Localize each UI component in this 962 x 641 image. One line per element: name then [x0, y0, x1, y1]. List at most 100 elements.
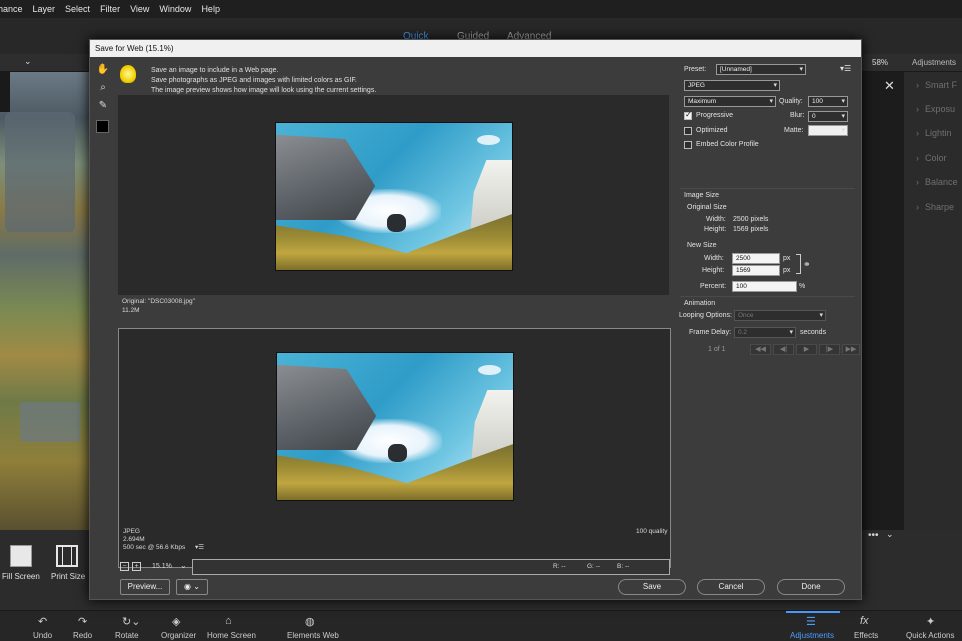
more-icon[interactable]: ••• — [868, 530, 879, 541]
redo-icon[interactable]: ↷ — [78, 615, 87, 628]
elements-web-label[interactable]: Elements Web — [287, 631, 339, 640]
new-height-input[interactable]: 1569 — [732, 265, 780, 276]
color-info-bar: R: -- G: -- B: -- — [192, 559, 670, 575]
fill-screen-label[interactable]: Fill Screen — [2, 572, 40, 581]
play-button[interactable]: ▶ — [796, 344, 817, 355]
preset-select[interactable]: [Unnamed] — [716, 64, 806, 75]
save-button[interactable]: Save — [618, 579, 686, 595]
matte-select[interactable] — [808, 125, 848, 136]
organizer-label[interactable]: Organizer — [161, 631, 196, 640]
print-size-label[interactable]: Print Size — [51, 572, 85, 581]
percent-label: Percent: — [700, 283, 727, 290]
link-icon[interactable]: ⚭ — [803, 259, 811, 270]
width-unit: px — [783, 255, 791, 262]
looping-label: Looping Options: — [679, 312, 732, 319]
adjust-item-exposure[interactable]: › Exposu — [916, 104, 955, 114]
new-width-input[interactable]: 2500 — [732, 253, 780, 264]
menu-enhance[interactable]: hance — [0, 4, 23, 14]
adjustments-header: Adjustments — [912, 58, 957, 67]
percent-input[interactable]: 100 — [732, 281, 797, 292]
home-screen-label[interactable]: Home Screen — [207, 631, 256, 640]
optimized-checkbox[interactable] — [684, 127, 692, 135]
zoom-value[interactable]: 15.1% — [152, 563, 172, 570]
last-frame-button[interactable]: ▶▶ — [842, 344, 860, 355]
print-size-icon[interactable] — [56, 545, 78, 567]
quality-label: Quality: — [779, 98, 803, 105]
format-select[interactable]: JPEG — [684, 80, 780, 91]
quality-level-select[interactable]: Maximum — [684, 96, 776, 107]
close-icon[interactable]: ✕ — [884, 78, 895, 94]
bottom-right-area: ••• ⌄ — [862, 529, 962, 610]
home-icon[interactable]: ⌂ — [225, 615, 232, 627]
quick-actions-icon[interactable]: ✦ — [926, 615, 935, 628]
adjust-item-sharpen[interactable]: › Sharpe — [916, 202, 954, 212]
undo-icon[interactable]: ↶ — [38, 615, 47, 628]
frame-delay-select[interactable]: 0.2 — [734, 327, 796, 338]
menu-layer[interactable]: Layer — [33, 4, 56, 14]
optimized-preview-pane[interactable]: JPEG 2.694M 500 sec @ 56.6 Kbps ▾☰ 100 q… — [118, 328, 671, 568]
blue-value: B: -- — [617, 563, 630, 570]
optimized-quality: 100 quality — [636, 528, 668, 535]
adjust-item-balance[interactable]: › Balance — [916, 177, 958, 187]
preview-button[interactable]: Preview... — [120, 579, 170, 595]
progressive-checkbox[interactable] — [684, 110, 692, 120]
done-button[interactable]: Done — [777, 579, 845, 595]
quick-actions-label[interactable]: Quick Actions — [906, 631, 954, 640]
redo-label[interactable]: Redo — [73, 631, 92, 640]
progressive-label: Progressive — [696, 112, 733, 119]
eyedropper-icon[interactable]: ✎ — [96, 100, 110, 114]
adjustments-icon[interactable]: ☰ — [806, 615, 816, 628]
canvas-right — [862, 72, 904, 530]
red-value: R: -- — [553, 563, 566, 570]
settings-menu-icon[interactable]: ▾☰ — [840, 64, 851, 73]
frame-counter: 1 of 1 — [708, 346, 726, 353]
organizer-icon[interactable]: ◈ — [172, 615, 180, 628]
orig-height-value: 1569 pixels — [733, 226, 769, 233]
browser-icon[interactable]: ◉ ⌄ — [176, 579, 208, 595]
globe-icon[interactable]: ◍ — [305, 615, 315, 628]
zoom-out-button[interactable]: − — [120, 562, 129, 571]
active-indicator — [786, 611, 840, 613]
chevron-down-icon[interactable]: ⌄ — [886, 529, 894, 540]
embed-profile-checkbox[interactable] — [684, 141, 692, 149]
chevron-down-icon[interactable]: ⌄ — [24, 56, 32, 67]
blur-input[interactable]: 0 — [808, 111, 848, 122]
image-size-header: Image Size — [684, 192, 720, 199]
menu-filter[interactable]: Filter — [100, 4, 120, 14]
zoom-in-button[interactable]: + — [132, 562, 141, 571]
rotate-icon[interactable]: ↻⌄ — [122, 615, 140, 628]
adjustments-label[interactable]: Adjustments — [790, 631, 834, 640]
chevron-down-icon[interactable]: ⌄ — [180, 561, 187, 570]
menu-view[interactable]: View — [130, 4, 149, 14]
menu-icon[interactable]: ▾☰ — [195, 543, 204, 551]
canvas-image — [0, 72, 90, 530]
next-frame-button[interactable]: |▶ — [819, 344, 840, 355]
quality-input[interactable]: 100 — [808, 96, 848, 107]
color-swatch-icon[interactable] — [96, 120, 109, 133]
adjust-item-color[interactable]: › Color — [916, 153, 947, 163]
green-value: G: -- — [587, 563, 600, 570]
effects-label[interactable]: Effects — [854, 631, 878, 640]
menu-bar: hance Layer Select Filter View Window He… — [0, 0, 962, 18]
effects-icon[interactable]: fx — [860, 615, 869, 627]
menu-window[interactable]: Window — [159, 4, 191, 14]
optimized-size: 2.694M — [123, 536, 145, 543]
fill-screen-icon[interactable] — [10, 545, 32, 567]
looping-select[interactable]: Once — [734, 310, 826, 321]
first-frame-button[interactable]: ◀◀ — [750, 344, 771, 355]
menu-help[interactable]: Help — [201, 4, 220, 14]
adjust-item-lighting[interactable]: › Lightin — [916, 128, 952, 138]
menu-select[interactable]: Select — [65, 4, 90, 14]
height-unit: px — [783, 267, 791, 274]
original-preview-pane[interactable] — [118, 95, 669, 295]
preset-label: Preset: — [684, 66, 707, 73]
rotate-label[interactable]: Rotate — [115, 631, 139, 640]
undo-label[interactable]: Undo — [33, 631, 52, 640]
adjust-item-smart-fix[interactable]: › Smart F — [916, 80, 957, 90]
blur-label: Blur: — [790, 112, 805, 119]
zoom-icon[interactable]: ⌕ — [96, 82, 110, 96]
cancel-button[interactable]: Cancel — [697, 579, 765, 595]
link-bracket — [796, 254, 801, 274]
prev-frame-button[interactable]: ◀| — [773, 344, 794, 355]
hand-icon[interactable]: ✋ — [96, 64, 110, 78]
